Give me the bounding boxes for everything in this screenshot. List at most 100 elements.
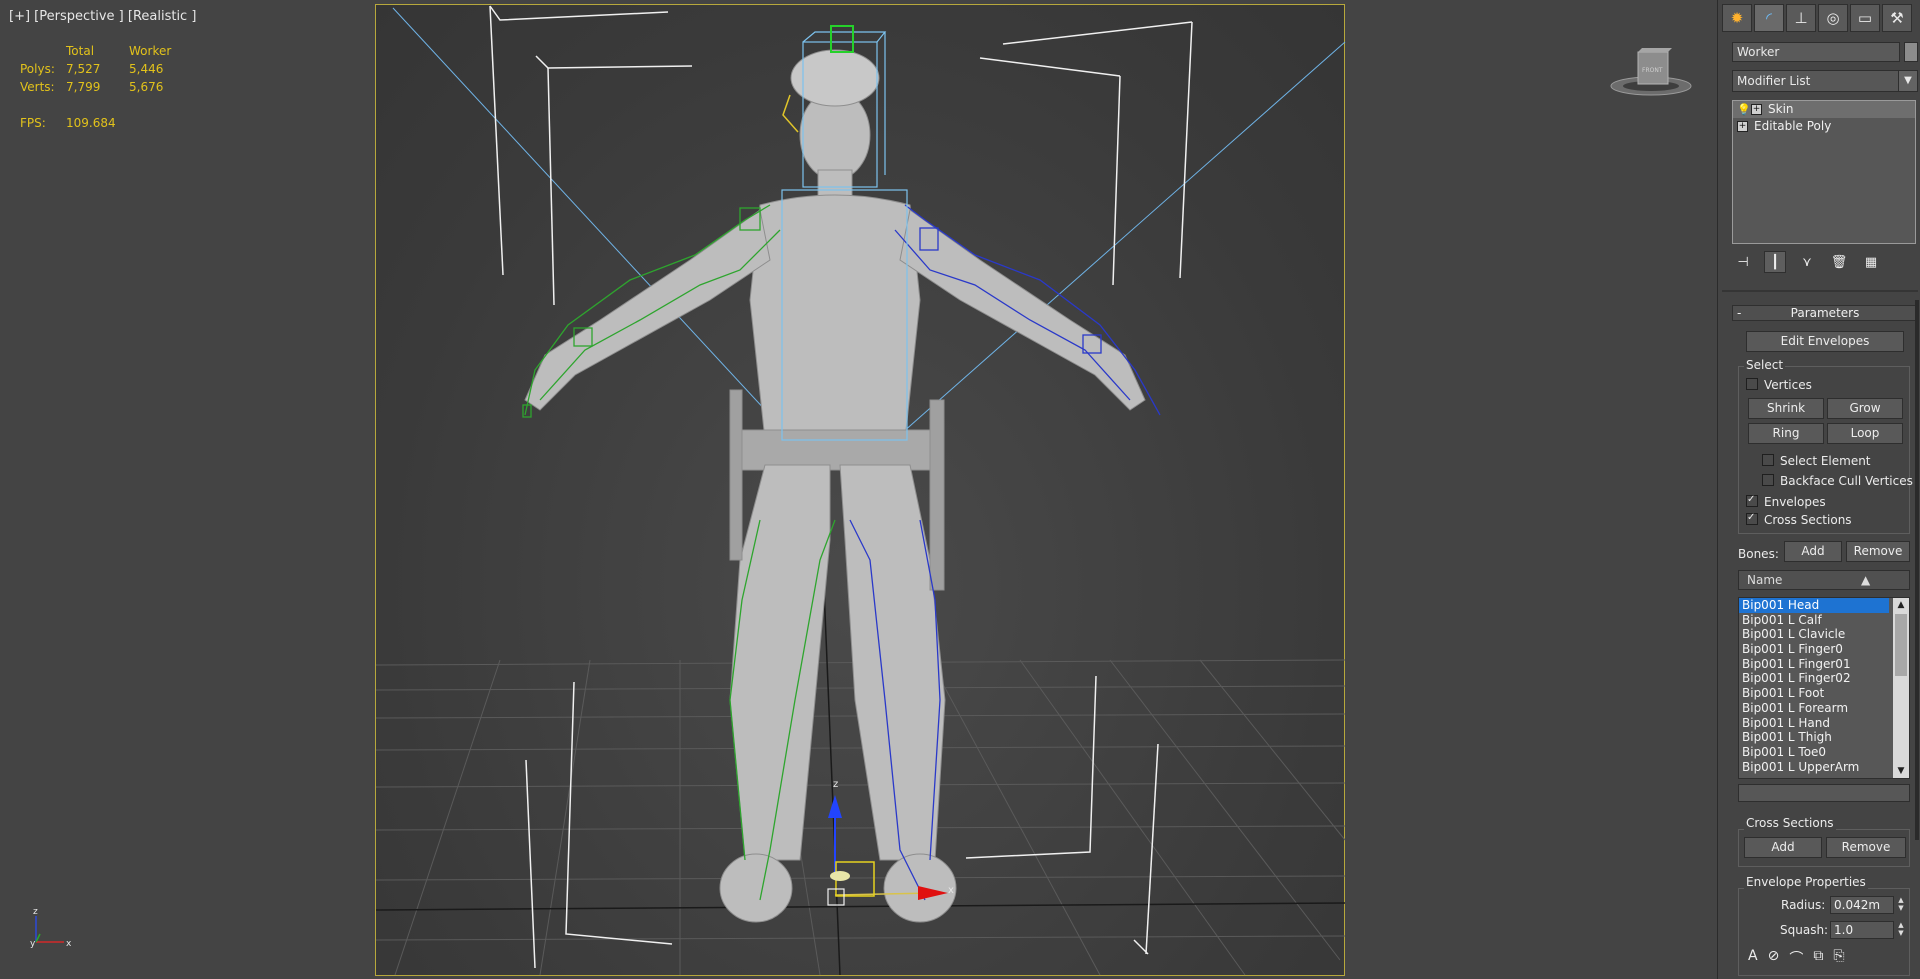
stats-verts-total: 7,799 — [66, 80, 101, 94]
remove-modifier-icon[interactable]: 🗑 — [1828, 251, 1850, 273]
list-item[interactable]: Bip001 L Clavicle — [1739, 627, 1889, 642]
configure-sets-icon[interactable]: ▦ — [1860, 251, 1882, 273]
hierarchy-icon[interactable]: ⊥ — [1786, 4, 1816, 32]
chevron-down-icon[interactable]: ▼ — [1898, 71, 1917, 91]
sort-ascending-icon[interactable]: ▲ — [1861, 571, 1870, 589]
list-item[interactable]: Bip001 L Finger0 — [1739, 642, 1889, 657]
list-item[interactable]: Bip001 L UpperArm — [1739, 760, 1889, 775]
list-item[interactable]: Bip001 L Calf — [1739, 613, 1889, 628]
viewport[interactable]: z x z x y [+] [Perspective ] [Realistic … — [0, 0, 1716, 979]
expand-icon[interactable]: + — [1737, 121, 1748, 132]
viewcube[interactable]: FRONT — [1608, 46, 1694, 98]
backface-cull-checkbox[interactable]: Backface Cull Vertices — [1762, 474, 1913, 488]
list-item[interactable]: Bip001 L Hand — [1739, 716, 1889, 731]
create-icon[interactable]: ✹ — [1722, 4, 1752, 32]
cross-section-add-button[interactable]: Add — [1744, 837, 1822, 858]
shrink-button[interactable]: Shrink — [1748, 398, 1824, 419]
viewcube-front-label: FRONT — [1642, 67, 1663, 74]
stats-polys-label: Polys: — [20, 62, 55, 76]
copy-envelope-icon[interactable]: ⧉ — [1813, 948, 1823, 970]
list-item[interactable]: Bip001 L Thigh — [1739, 730, 1889, 745]
bones-name-column-header[interactable]: Name ▲ — [1738, 570, 1910, 590]
safe-frame — [375, 4, 1345, 976]
envelopes-checkbox[interactable]: Envelopes — [1746, 493, 1826, 509]
radius-field[interactable]: 0.042m — [1830, 896, 1894, 914]
panel-divider — [1722, 290, 1918, 292]
radius-spinner[interactable]: ▲ ▼ — [1896, 896, 1906, 914]
remove-bone-button[interactable]: Remove — [1846, 541, 1910, 562]
viewport-label[interactable]: [+] [Perspective ] [Realistic ] — [9, 9, 196, 24]
falloff-curve-icon[interactable]: ⌒ — [1789, 948, 1803, 970]
list-item[interactable]: Bip001 L Foot — [1739, 686, 1889, 701]
modify-icon[interactable]: ◜ — [1754, 4, 1784, 32]
bones-list[interactable]: Bip001 Head Bip001 L Calf Bip001 L Clavi… — [1738, 597, 1910, 779]
select-group-label: Select — [1744, 358, 1786, 372]
grow-button[interactable]: Grow — [1827, 398, 1903, 419]
modifier-list-dropdown[interactable]: Modifier List ▼ — [1732, 70, 1918, 92]
envelope-tools: A ⊘ ⌒ ⧉ ⎘ — [1748, 948, 1908, 970]
stack-item-skin[interactable]: 💡 + Skin — [1733, 101, 1915, 118]
rigid-icon[interactable]: ⊘ — [1768, 948, 1780, 970]
cross-sections-group-label: Cross Sections — [1744, 816, 1836, 830]
stack-item-editable-poly[interactable]: + Editable Poly — [1733, 118, 1915, 135]
scroll-up-icon[interactable]: ▲ — [1893, 598, 1909, 612]
axis-x-label: x — [66, 939, 72, 949]
axis-tripod: z x y — [30, 907, 72, 949]
vertices-checkbox[interactable]: Vertices — [1746, 378, 1812, 392]
pin-stack-icon[interactable]: ⊣ — [1732, 251, 1754, 273]
list-item[interactable]: Bip001 L Toe0 — [1739, 745, 1889, 760]
add-bone-button[interactable]: Add — [1784, 541, 1842, 562]
stats-fps-label: FPS: — [20, 116, 46, 130]
bones-scrollbar[interactable]: ▲ ▼ — [1893, 598, 1909, 778]
squash-label: Squash: — [1780, 923, 1829, 937]
stats-fps-value: 109.684 — [66, 116, 116, 130]
paste-envelope-icon[interactable]: ⎘ — [1833, 948, 1844, 970]
list-item[interactable]: Bip001 L Forearm — [1739, 701, 1889, 716]
squash-field[interactable]: 1.0 — [1830, 921, 1894, 939]
squash-spinner[interactable]: ▲ ▼ — [1896, 921, 1906, 939]
axis-z-label: z — [33, 907, 38, 917]
motion-icon[interactable]: ◎ — [1818, 4, 1848, 32]
lightbulb-icon[interactable]: 💡 — [1737, 101, 1751, 118]
stats-verts-label: Verts: — [20, 80, 55, 94]
axis-y-label: y — [30, 939, 36, 949]
cross-sections-checkbox[interactable]: Cross Sections — [1746, 511, 1852, 527]
edit-envelopes-button[interactable]: Edit Envelopes — [1746, 331, 1904, 352]
command-panel-tabs: ✹ ◜ ⊥ ◎ ▭ ⚒ — [1722, 4, 1918, 34]
stats-total-header: Total — [66, 44, 95, 58]
collapse-icon[interactable]: - — [1737, 306, 1741, 320]
radius-label: Radius: — [1781, 898, 1826, 912]
stack-item-label: Skin — [1768, 102, 1794, 116]
command-panel: ✹ ◜ ⊥ ◎ ▭ ⚒ Worker Modifier List ▼ 💡 + Ski… — [1717, 0, 1920, 979]
stats-verts-object: 5,676 — [129, 80, 164, 94]
parameters-title: Parameters — [1790, 306, 1860, 320]
stack-item-label: Editable Poly — [1754, 119, 1832, 133]
bone-filter-field[interactable] — [1738, 784, 1910, 802]
scroll-thumb[interactable] — [1895, 614, 1907, 676]
name-column-label: Name — [1747, 573, 1783, 587]
object-name-field[interactable]: Worker — [1732, 42, 1900, 62]
cross-section-remove-button[interactable]: Remove — [1826, 837, 1906, 858]
envelope-properties-label: Envelope Properties — [1744, 875, 1868, 889]
modifier-list-label: Modifier List — [1737, 74, 1811, 88]
absolute-effect-icon[interactable]: A — [1748, 948, 1758, 970]
modifier-stack[interactable]: 💡 + Skin + Editable Poly — [1732, 100, 1916, 244]
object-color-swatch[interactable] — [1904, 42, 1918, 62]
stack-toolbar: ⊣ ┃ ⋎ 🗑 ▦ — [1732, 250, 1918, 274]
utilities-icon[interactable]: ⚒ — [1882, 4, 1912, 32]
list-item[interactable]: Bip001 L Finger02 — [1739, 671, 1889, 686]
stats-polys-total: 7,527 — [66, 62, 101, 76]
parameters-rollout-header[interactable]: - Parameters — [1732, 305, 1918, 321]
show-end-result-icon[interactable]: ┃ — [1764, 251, 1786, 273]
expand-icon[interactable]: + — [1751, 104, 1762, 115]
panel-scrollbar[interactable] — [1915, 300, 1919, 840]
select-element-checkbox[interactable]: Select Element — [1762, 454, 1871, 468]
list-item[interactable]: Bip001 L Finger01 — [1739, 657, 1889, 672]
scroll-down-icon[interactable]: ▼ — [1893, 764, 1909, 778]
loop-button[interactable]: Loop — [1827, 423, 1903, 444]
stats-object-header: Worker — [129, 44, 172, 58]
ring-button[interactable]: Ring — [1748, 423, 1824, 444]
display-icon[interactable]: ▭ — [1850, 4, 1880, 32]
make-unique-icon[interactable]: ⋎ — [1796, 251, 1818, 273]
list-item[interactable]: Bip001 Head — [1739, 598, 1889, 613]
